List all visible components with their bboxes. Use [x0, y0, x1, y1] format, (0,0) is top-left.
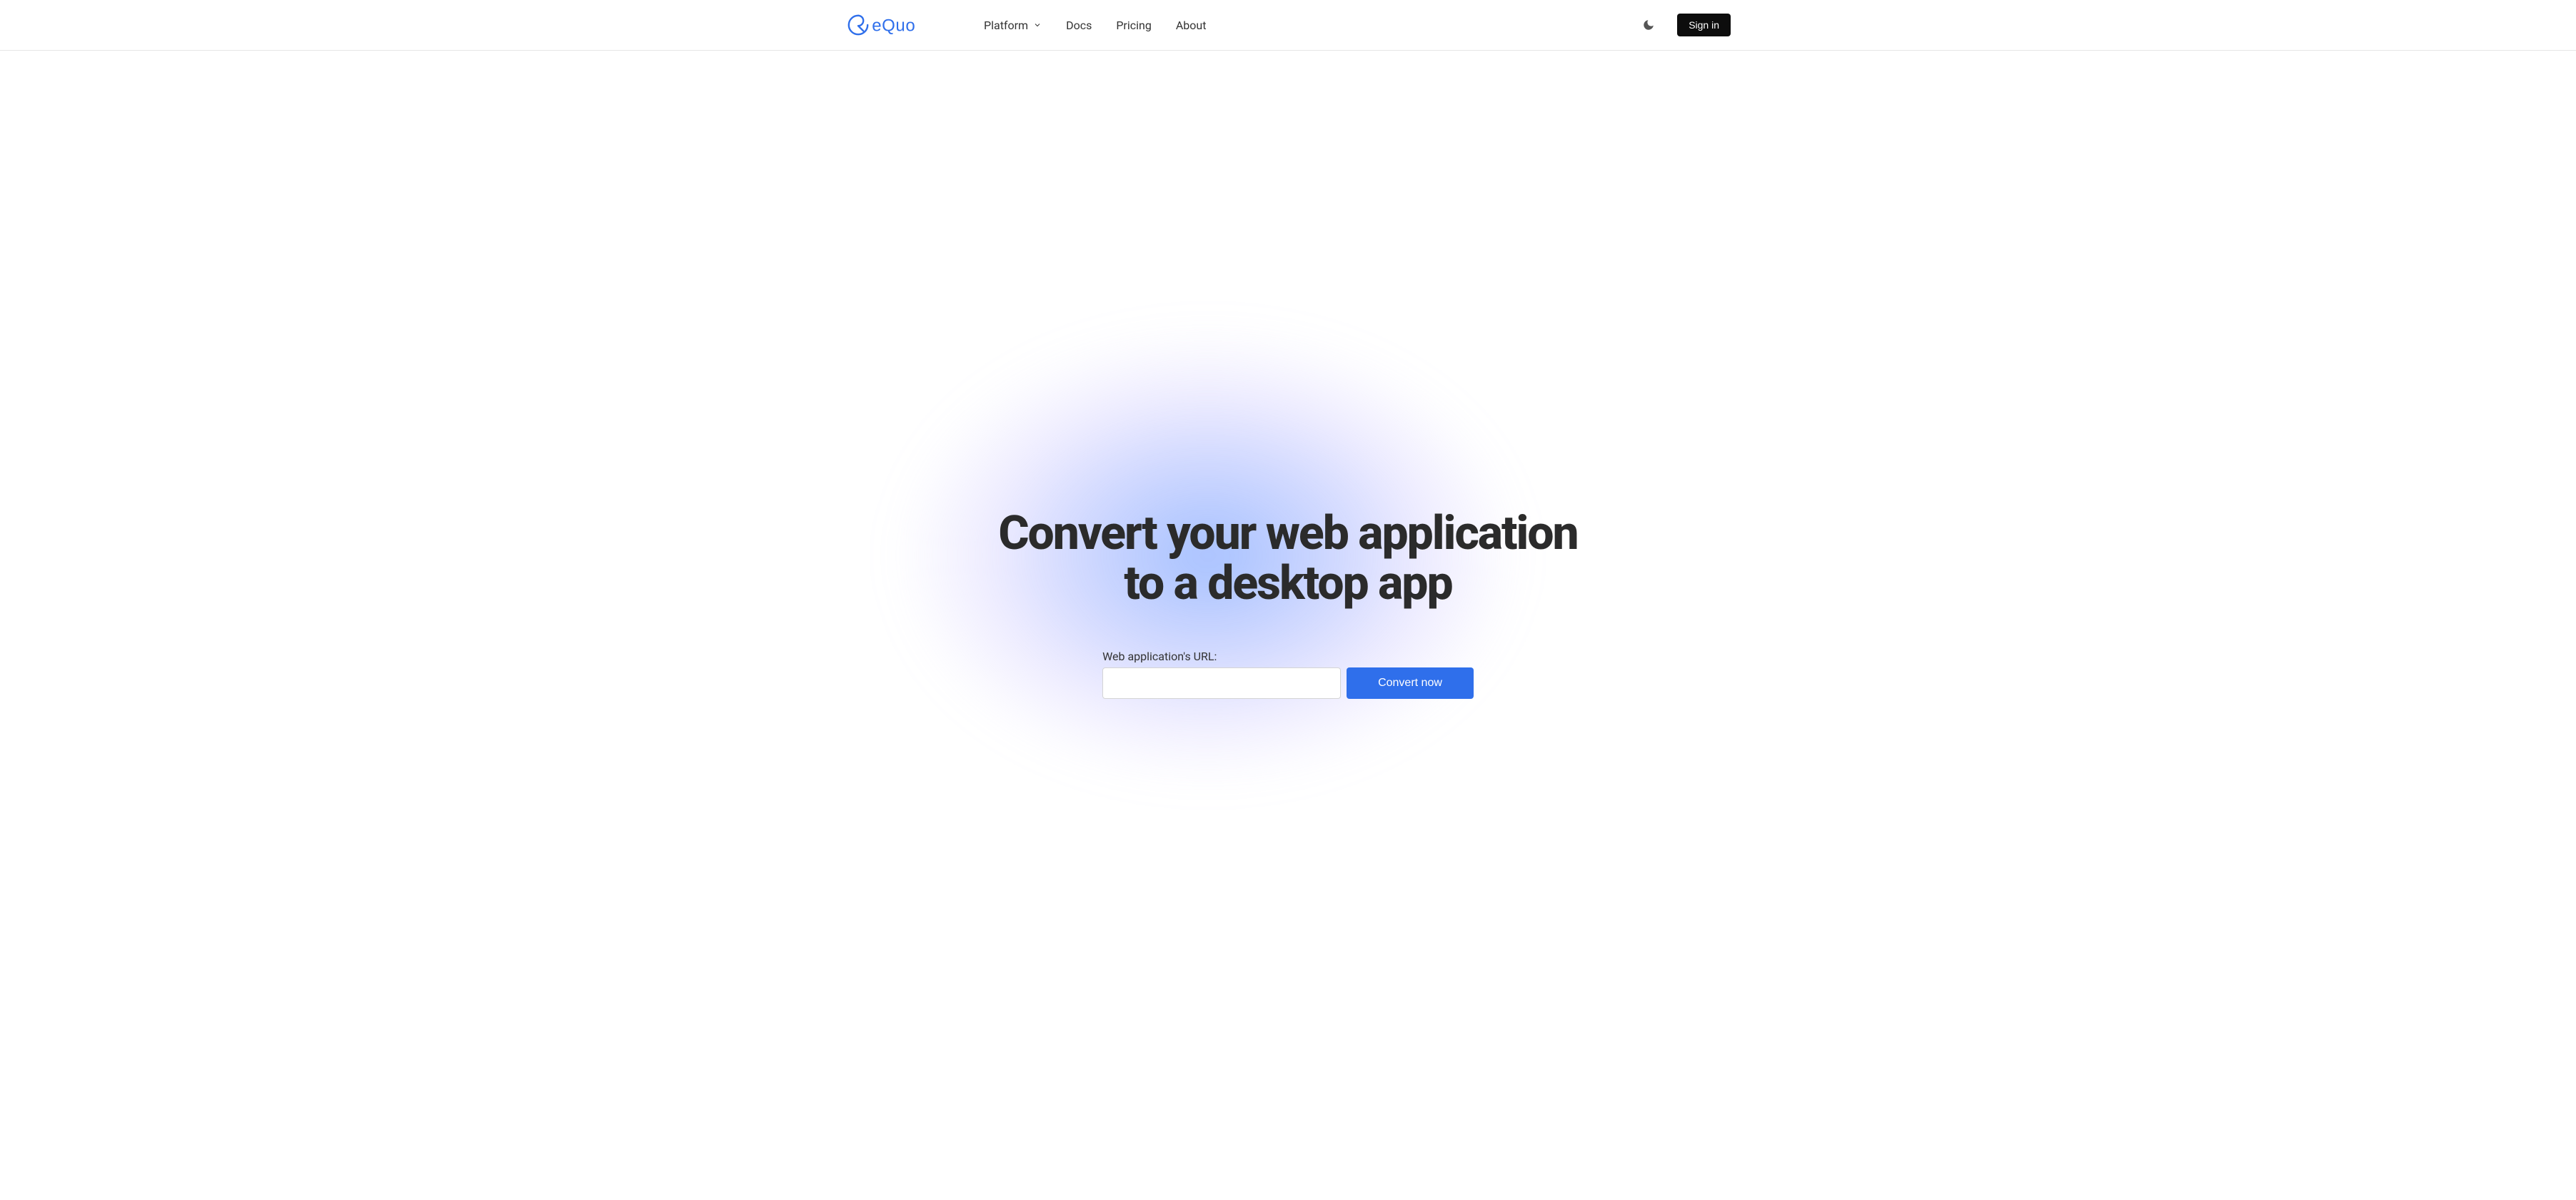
site-header: eQuo Platform Docs Pricing A [0, 0, 2576, 51]
convert-button[interactable]: Convert now [1347, 667, 1474, 699]
nav-item-pricing[interactable]: Pricing [1116, 19, 1152, 32]
header-left: eQuo Platform Docs Pricing A [845, 12, 1206, 38]
url-input-label: Web application's URL: [1102, 650, 1217, 663]
nav-item-platform[interactable]: Platform [984, 19, 1042, 32]
chevron-down-icon [1033, 21, 1042, 29]
hero-content: Convert your web application to a deskto… [895, 509, 1681, 699]
brand-logo[interactable]: eQuo [845, 12, 957, 38]
url-input[interactable] [1102, 667, 1341, 699]
header-right: Sign in [1640, 14, 1731, 36]
nav-label: Platform [984, 19, 1028, 32]
hero-title: Convert your web application to a deskto… [910, 509, 1666, 608]
url-form-group: Web application's URL: [1102, 650, 1341, 699]
nav-label: Docs [1066, 19, 1092, 32]
header-inner: eQuo Platform Docs Pricing A [817, 0, 1759, 50]
convert-form: Web application's URL: Convert now [910, 650, 1666, 699]
nav-label: About [1176, 19, 1207, 32]
main-nav: Platform Docs Pricing About [984, 19, 1206, 32]
nav-label: Pricing [1116, 19, 1152, 32]
sign-in-button[interactable]: Sign in [1677, 14, 1731, 36]
hero-section: Convert your web application to a deskto… [0, 51, 2576, 1200]
nav-item-docs[interactable]: Docs [1066, 19, 1092, 32]
moon-icon [1642, 19, 1655, 31]
hero-title-line2: to a desktop app [1124, 556, 1451, 611]
nav-item-about[interactable]: About [1176, 19, 1207, 32]
equo-logo-icon: eQuo [845, 12, 957, 38]
svg-text:eQuo: eQuo [872, 16, 915, 35]
theme-toggle[interactable] [1640, 16, 1657, 34]
form-row: Web application's URL: Convert now [1102, 650, 1474, 699]
hero-title-line1: Convert your web application [998, 506, 1577, 561]
